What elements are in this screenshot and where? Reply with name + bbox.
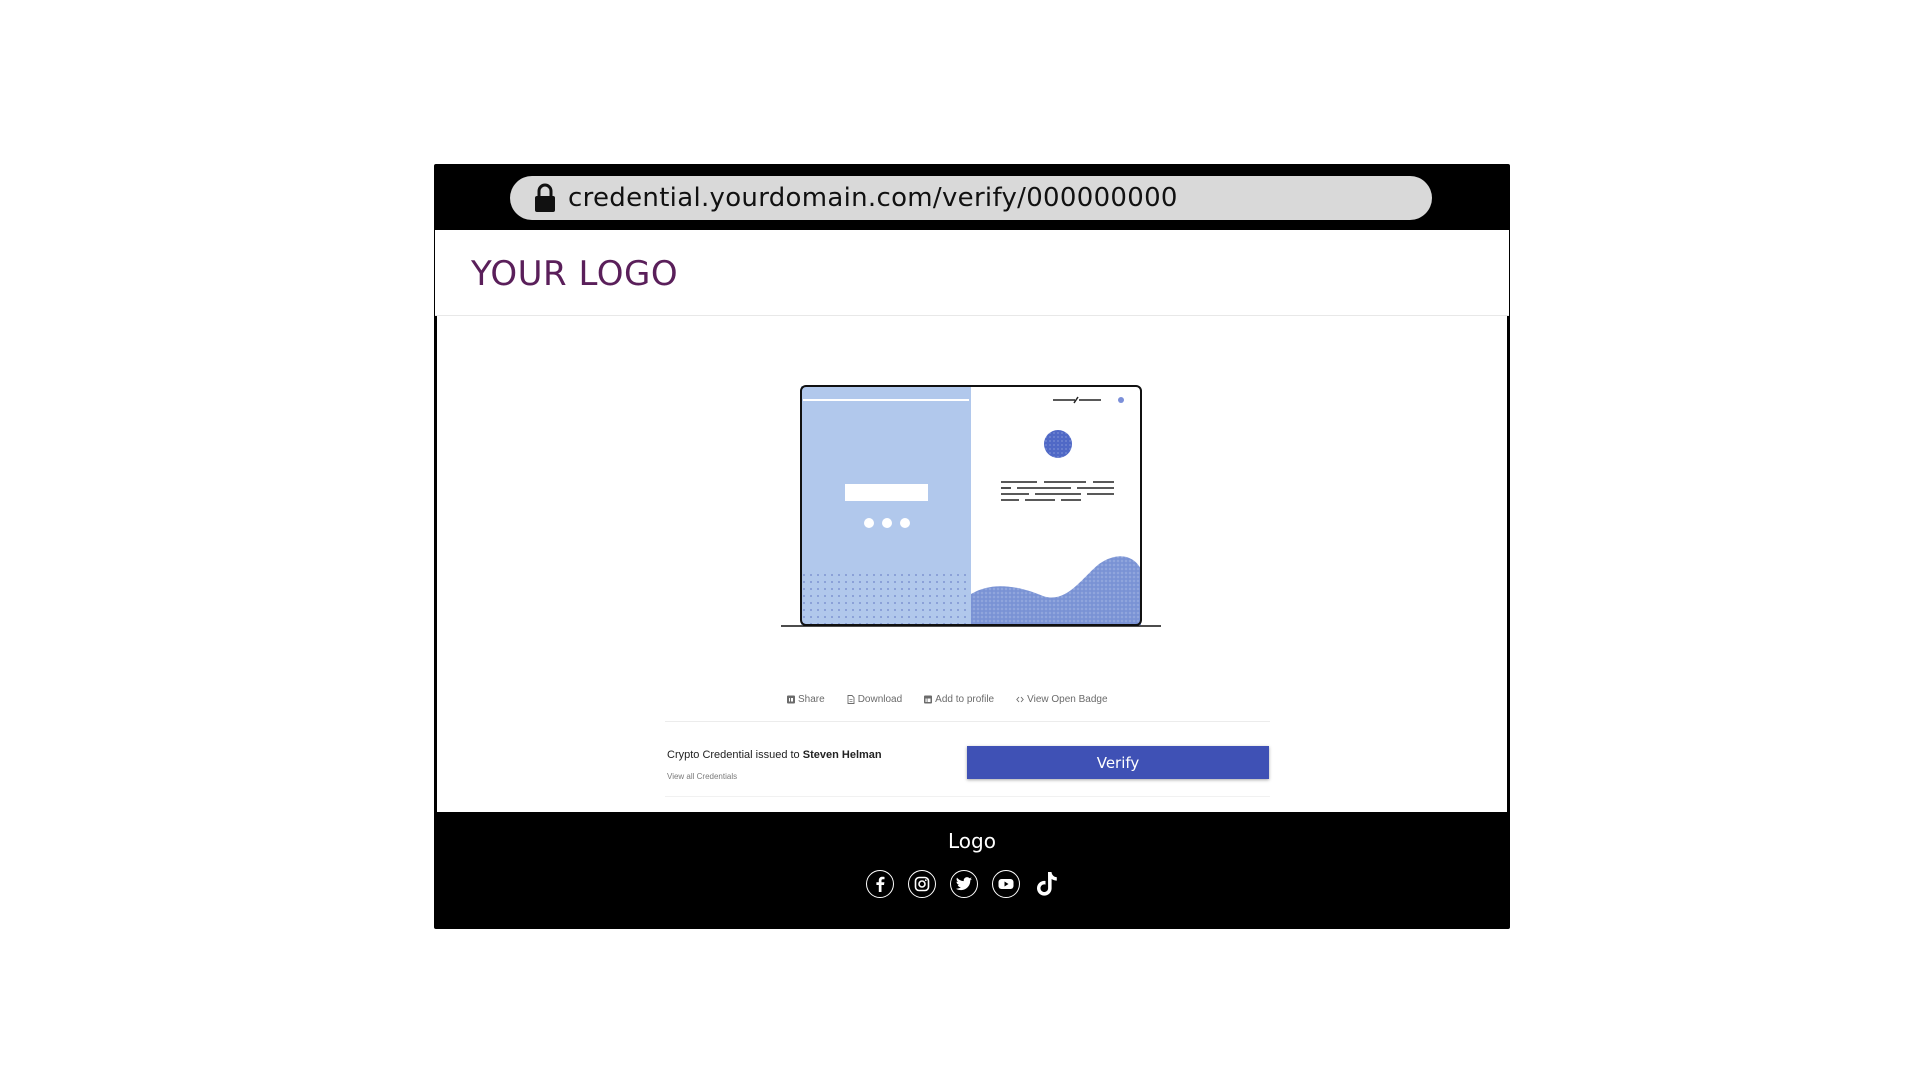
social-links [866, 870, 1060, 898]
view-open-badge-action[interactable]: View Open Badge [1016, 693, 1108, 705]
youtube-icon[interactable] [992, 870, 1020, 898]
view-open-badge-label: View Open Badge [1027, 693, 1108, 705]
credential-actions: Share Download Add to profile View Open … [787, 691, 1157, 707]
view-all-credentials-link[interactable]: View all Credentials [667, 772, 737, 781]
share-label: Share [798, 693, 825, 705]
verify-button[interactable]: Verify [967, 746, 1269, 779]
twitter-icon[interactable] [950, 870, 978, 898]
url-text[interactable]: credential.yourdomain.com/verify/0000000… [568, 183, 1178, 213]
issued-prefix: Crypto Credential issued to [667, 749, 800, 761]
facebook-icon[interactable] [866, 870, 894, 898]
footer-logo[interactable]: Logo [434, 829, 1510, 853]
share-icon [787, 695, 795, 703]
recipient-name: Steven Helman [802, 749, 882, 761]
issued-text: Crypto Credential issued to Steven Helma… [667, 749, 882, 761]
instagram-icon[interactable] [908, 870, 936, 898]
browser-frame: credential.yourdomain.com/verify/0000000… [434, 164, 1510, 929]
site-header: YOUR LOGO [435, 230, 1509, 316]
credential-page: Share Download Add to profile View Open … [437, 316, 1507, 812]
add-to-profile-label: Add to profile [935, 693, 995, 705]
document-icon [847, 694, 855, 704]
divider [665, 796, 1270, 797]
share-action[interactable]: Share [787, 694, 825, 705]
address-bar[interactable]: credential.yourdomain.com/verify/0000000… [510, 176, 1432, 220]
tiktok-icon[interactable] [1034, 871, 1060, 897]
lock-icon [534, 183, 556, 213]
linkedin-icon [924, 695, 933, 703]
divider [665, 721, 1270, 722]
code-icon [1016, 696, 1024, 702]
download-label: Download [857, 693, 903, 705]
add-to-profile-action[interactable]: Add to profile [924, 694, 994, 705]
credential-illustration [781, 385, 1161, 627]
site-logo[interactable]: YOUR LOGO [471, 254, 678, 294]
download-action[interactable]: Download [847, 694, 902, 705]
